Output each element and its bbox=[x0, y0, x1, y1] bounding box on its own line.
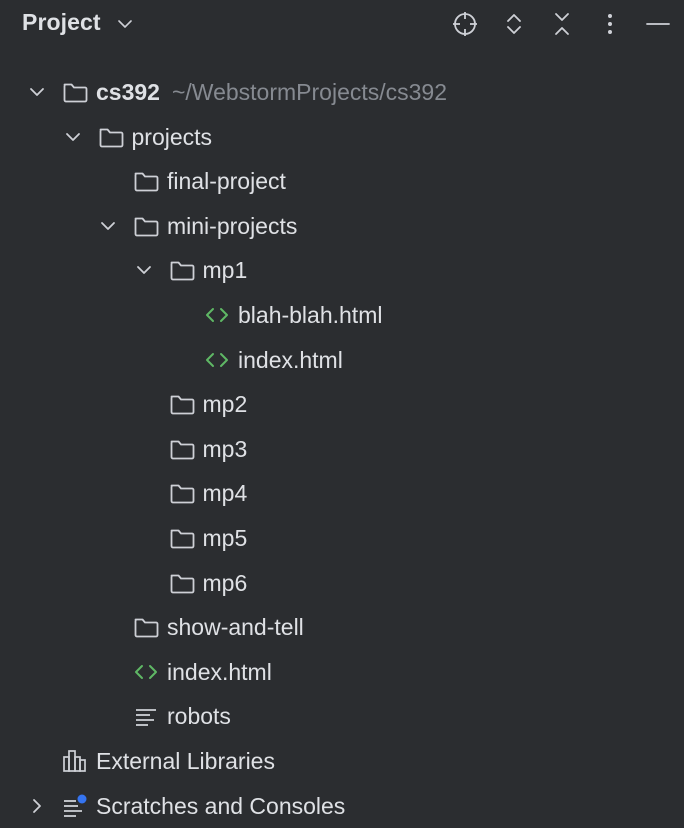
tree-item-name: mp6 bbox=[203, 570, 248, 596]
tree-item-label: robots bbox=[167, 703, 231, 730]
folder-icon bbox=[168, 525, 196, 551]
hide-icon bbox=[645, 10, 671, 38]
locate-icon bbox=[451, 10, 479, 38]
tree-item-label: blah-blah.html bbox=[238, 302, 382, 329]
html-file-icon bbox=[203, 302, 231, 328]
tree-item-name: External Libraries bbox=[96, 748, 275, 774]
tree-row[interactable]: Scratches and Consoles bbox=[0, 784, 684, 828]
tree-item-label: cs392 ~/WebstormProjects/cs392 bbox=[96, 79, 447, 106]
tree-item-label: mp1 bbox=[203, 257, 248, 284]
options-button[interactable] bbox=[594, 8, 626, 40]
folder-icon bbox=[61, 79, 89, 105]
folder-icon bbox=[168, 257, 196, 283]
tree-row[interactable]: index.html bbox=[0, 338, 684, 383]
tool-window-header: Project bbox=[0, 0, 684, 50]
tree-item-label: mp4 bbox=[203, 480, 248, 507]
html-file-icon bbox=[203, 347, 231, 373]
tree-item-label: mp3 bbox=[203, 436, 248, 463]
tree-item-name: mp1 bbox=[203, 257, 248, 283]
tree-item-name: projects bbox=[132, 124, 213, 150]
scratches-icon bbox=[61, 793, 89, 819]
tree-row[interactable]: mp5 bbox=[0, 516, 684, 561]
tree-item-name: robots bbox=[167, 703, 231, 729]
chevron-down-icon[interactable] bbox=[62, 126, 84, 148]
chevron-down-icon[interactable] bbox=[97, 215, 119, 237]
locate-button[interactable] bbox=[449, 8, 481, 40]
tree-item-label: mp5 bbox=[203, 525, 248, 552]
tree-row[interactable]: show-and-tell bbox=[0, 605, 684, 650]
expand-all-icon bbox=[502, 10, 526, 38]
tree-item-path-hint: ~/WebstormProjects/cs392 bbox=[172, 79, 447, 105]
tree-row[interactable]: mp4 bbox=[0, 471, 684, 516]
tree-item-label: mini-projects bbox=[167, 213, 297, 240]
html-file-icon bbox=[132, 659, 160, 685]
folder-icon bbox=[168, 436, 196, 462]
tree-item-label: projects bbox=[132, 124, 213, 151]
expand-all-button[interactable] bbox=[498, 8, 530, 40]
tree-item-name: mini-projects bbox=[167, 213, 297, 239]
hide-button[interactable] bbox=[642, 8, 674, 40]
tree-item-name: index.html bbox=[238, 347, 343, 373]
tree-item-name: mp3 bbox=[203, 436, 248, 462]
tree-row[interactable]: projects bbox=[0, 115, 684, 160]
folder-icon bbox=[132, 213, 160, 239]
tree-item-name: cs392 bbox=[96, 79, 160, 105]
tree-item-name: show-and-tell bbox=[167, 614, 304, 640]
folder-icon bbox=[97, 124, 125, 150]
tree-row[interactable]: mp2 bbox=[0, 382, 684, 427]
tree-row[interactable]: final-project bbox=[0, 159, 684, 204]
folder-icon bbox=[168, 570, 196, 596]
tree-item-label: final-project bbox=[167, 168, 286, 195]
tree-item-name: mp4 bbox=[203, 480, 248, 506]
tree-row[interactable]: mini-projects bbox=[0, 204, 684, 249]
folder-icon bbox=[132, 168, 160, 194]
tree-item-name: final-project bbox=[167, 168, 286, 194]
tree-item-label: index.html bbox=[167, 659, 272, 686]
tree-row[interactable]: index.html bbox=[0, 650, 684, 695]
tree-item-name: mp2 bbox=[203, 391, 248, 417]
tree-item-label: Scratches and Consoles bbox=[96, 793, 345, 820]
tree-item-label: index.html bbox=[238, 347, 343, 374]
tree-row[interactable]: blah-blah.html bbox=[0, 293, 684, 338]
chevron-right-icon[interactable] bbox=[26, 795, 48, 817]
project-tree: cs392 ~/WebstormProjects/cs392 projects fin… bbox=[0, 70, 684, 828]
tree-item-name: blah-blah.html bbox=[238, 302, 382, 328]
tree-row[interactable]: cs392 ~/WebstormProjects/cs392 bbox=[0, 70, 684, 115]
tree-row[interactable]: robots bbox=[0, 694, 684, 739]
tree-item-label: mp6 bbox=[203, 570, 248, 597]
folder-icon bbox=[168, 480, 196, 506]
tree-item-label: mp2 bbox=[203, 391, 248, 418]
tree-row[interactable]: mp1 bbox=[0, 248, 684, 293]
tree-item-name: Scratches and Consoles bbox=[96, 793, 345, 819]
tree-row[interactable]: External Libraries bbox=[0, 739, 684, 784]
tree-item-name: index.html bbox=[167, 659, 272, 685]
tree-row[interactable]: mp3 bbox=[0, 427, 684, 472]
libraries-icon bbox=[61, 748, 89, 774]
project-view-title[interactable]: Project bbox=[22, 9, 101, 36]
chevron-down-icon[interactable] bbox=[133, 259, 155, 281]
tree-item-name: mp5 bbox=[203, 525, 248, 551]
collapse-all-icon bbox=[550, 10, 574, 38]
more-options-icon bbox=[605, 10, 615, 38]
collapse-all-button[interactable] bbox=[546, 8, 578, 40]
tree-item-label: show-and-tell bbox=[167, 614, 304, 641]
tree-row[interactable]: mp6 bbox=[0, 561, 684, 606]
text-file-icon bbox=[132, 703, 160, 729]
chevron-down-icon[interactable] bbox=[116, 15, 134, 33]
tree-item-label: External Libraries bbox=[96, 748, 275, 775]
folder-icon bbox=[168, 391, 196, 417]
folder-icon bbox=[132, 614, 160, 640]
chevron-down-icon[interactable] bbox=[26, 81, 48, 103]
